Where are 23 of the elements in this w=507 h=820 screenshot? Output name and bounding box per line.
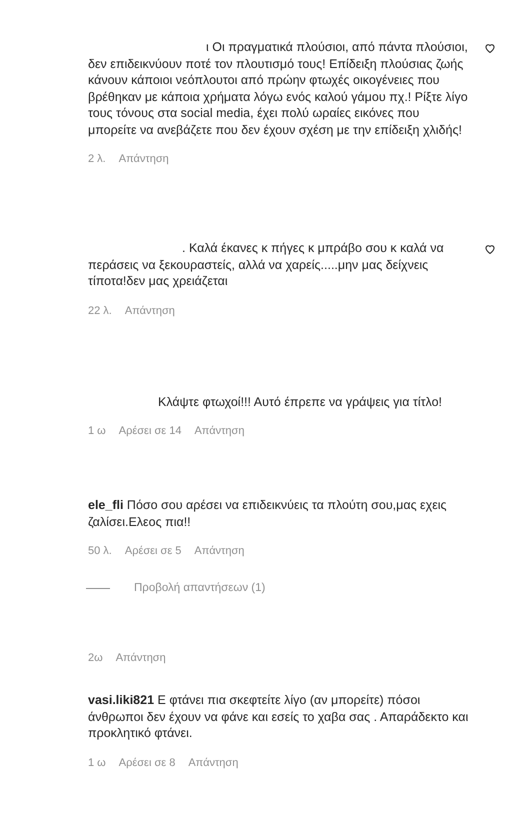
- comment-text: ele_fli Πόσο σου αρέσει να επιδεικνύεις τα πλούτη σου,μας εχεις ζαλίσει.Ελεος πια!!: [88, 497, 448, 530]
- comment-time: 2 λ.: [88, 152, 106, 167]
- reply-link[interactable]: Απάντηση: [194, 423, 244, 439]
- comment-text: vasi.liki821 Ε φτάνει πια σκεφτείτε λίγο (αν μπορείτε) πόσοι άνθρωποι δεν έχουν να φάνε και εσείς το χαβα σας . Απαράδεκτο και προκλητικό φτάνει.: [88, 692, 470, 742]
- reply-link[interactable]: Απάντηση: [118, 151, 169, 167]
- likes-count[interactable]: Αρέσει σε 14: [118, 423, 182, 439]
- comment-text: ι Οι πραγματικά πλούσιοι, από πάντα πλούσιοι, δεν επιδεικνύουν ποτέ τον πλουτισμό τους! Επίδειξη πλούσιας ζωής κάνουν κάποιοι νεόπλουτοι από πρώην φτωχές οικογένειες που βρέθηκαν με κάποια χρήματα λόγω ενός καλού γάμου πχ.! Ρίξτε λίγο τους τόνους στα social media, έχει πολύ ωραίες εικόνες που μπορείτε να ανεβάζετε που δεν έχουν σχέση με την επίδειξη χλιδής!: [88, 39, 469, 138]
- view-replies-link[interactable]: Προβολή απαντήσεων (1): [134, 582, 266, 594]
- likes-count[interactable]: Αρέσει σε 8: [118, 754, 176, 770]
- comment-text: Κλάψτε φτωχοί!!! Αυτό έπρεπε να γράψεις για τίτλο!: [157, 394, 444, 410]
- reply-link[interactable]: Απάντηση: [124, 302, 175, 318]
- heart-icon[interactable]: [484, 42, 496, 54]
- reply-link[interactable]: Απάντηση: [188, 754, 238, 770]
- comment-time: 22 λ.: [88, 304, 112, 318]
- reply-link[interactable]: Απάντηση: [194, 543, 244, 559]
- comment-text: . Καλά έκανες κ πήγες κ μπράβο σου κ καλά να περάσεις να ξεκουραστείς, αλλά να χαρείς.....μην μας δείχνεις τίποτα!δεν μας χρειάζεται: [88, 240, 445, 290]
- heart-icon[interactable]: [484, 243, 496, 255]
- reply-link[interactable]: Απάντηση: [116, 650, 166, 666]
- comment-time: 50 λ.: [88, 544, 112, 559]
- comment-time: 1 ω: [88, 756, 106, 770]
- comment-time: 1 ω: [88, 424, 106, 439]
- likes-count[interactable]: Αρέσει σε 5: [124, 543, 182, 559]
- comment-time: 2ω: [88, 651, 103, 666]
